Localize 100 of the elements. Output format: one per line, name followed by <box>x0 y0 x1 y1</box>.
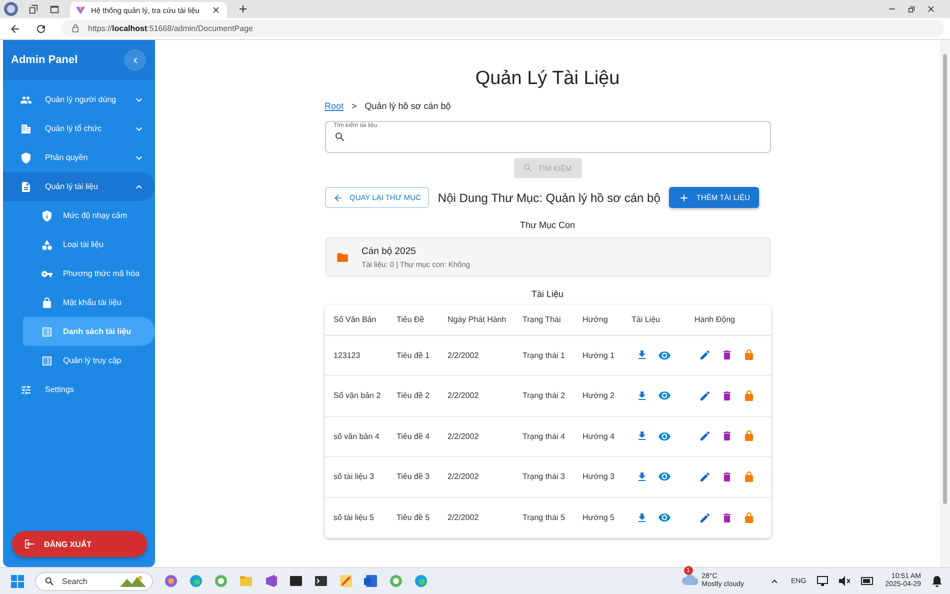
breadcrumb-current: Quản lý hồ sơ cán bộ <box>364 101 451 111</box>
sidebar-subitem[interactable]: Quản lý truy cập <box>23 346 155 375</box>
sidebar-subitem[interactable]: Phương thức mã hóa <box>23 259 155 288</box>
table-cell: số tài liệu 5 <box>324 497 388 538</box>
sidebar-item[interactable]: Settings <box>3 375 155 404</box>
terminal-icon[interactable] <box>314 574 328 588</box>
download-icon[interactable] <box>636 470 648 483</box>
download-icon[interactable] <box>636 430 648 442</box>
pencil-icon[interactable] <box>698 390 710 402</box>
list-icon <box>41 326 53 338</box>
shield-icon <box>41 210 53 222</box>
logout-button[interactable]: ĐĂNG XUẤT <box>12 531 147 557</box>
pencil-icon[interactable] <box>698 430 710 442</box>
plus-icon <box>678 192 690 204</box>
lock-icon[interactable] <box>742 512 754 524</box>
table-cell: 2/2/2002 <box>438 335 514 376</box>
column-header: Hành Động <box>686 305 770 335</box>
taskbar-search[interactable]: Search <box>35 572 153 590</box>
page-title: Quản Lý Tài Liệu <box>474 68 621 91</box>
logout-icon <box>24 538 36 550</box>
shield-icon <box>20 152 32 164</box>
table-cell: Hướng 2 <box>574 376 622 416</box>
trash-icon[interactable] <box>720 390 732 402</box>
sidebar-item[interactable]: Quản lý tổ chức <box>3 114 155 143</box>
bell-icon[interactable] <box>932 576 942 586</box>
document-icon <box>20 180 32 192</box>
scrollbar-thumb[interactable] <box>943 54 947 504</box>
breadcrumb-link[interactable]: Root <box>324 101 344 111</box>
sidebar-item[interactable]: Quản lý người dùng <box>3 85 155 114</box>
column-header: Tiêu Đề <box>388 305 438 335</box>
table-cell: Hướng 3 <box>574 456 622 497</box>
people-icon <box>20 94 32 106</box>
reload-icon[interactable] <box>35 22 47 34</box>
monitor-icon[interactable] <box>817 576 828 586</box>
back-icon[interactable] <box>9 22 21 34</box>
pencil-icon[interactable] <box>698 349 710 362</box>
table-cell: Tiêu đề 4 <box>388 416 438 456</box>
building-icon <box>20 122 32 134</box>
pencil-icon[interactable] <box>698 512 710 524</box>
close-icon[interactable] <box>926 4 936 14</box>
download-icon[interactable] <box>636 349 648 362</box>
workspaces-icon[interactable] <box>28 4 39 14</box>
ring-icon[interactable] <box>389 574 403 588</box>
table-cell: 2/2/2002 <box>438 497 514 538</box>
column-header: Hướng <box>574 305 622 335</box>
lock-icon[interactable] <box>742 349 754 362</box>
lock-icon[interactable] <box>742 470 754 483</box>
sidebar-subitem[interactable]: Danh sách tài liệu <box>23 317 155 346</box>
folder-icon <box>336 250 348 264</box>
download-icon[interactable] <box>636 390 648 402</box>
trash-icon[interactable] <box>720 512 732 524</box>
eye-icon[interactable] <box>658 430 670 443</box>
folder-name: Cán bộ 2025 <box>362 246 417 256</box>
eye-icon[interactable] <box>658 389 670 402</box>
close-icon[interactable] <box>211 5 221 15</box>
windows-icon[interactable] <box>11 574 24 588</box>
table-cell: Hướng 4 <box>574 416 622 456</box>
search-icon <box>44 576 55 586</box>
new-tab-icon[interactable] <box>237 3 249 15</box>
table-cell: Số văn bản 2 <box>324 376 388 416</box>
breadcrumb-separator: > <box>352 101 357 111</box>
sliders-icon <box>20 384 32 396</box>
ring-icon[interactable] <box>214 574 228 588</box>
profile-avatar[interactable] <box>4 2 18 16</box>
eye-icon[interactable] <box>658 511 670 524</box>
column-header: Ngày Phát Hành <box>438 305 514 335</box>
trash-icon[interactable] <box>720 430 732 442</box>
pencil-icon[interactable] <box>698 470 710 483</box>
scrollbar[interactable] <box>940 40 950 567</box>
lock-icon[interactable] <box>742 430 754 442</box>
section-title: Thư Mục Con <box>518 220 576 232</box>
table-cell: Tiêu đề 5 <box>388 497 438 538</box>
speaker-icon[interactable] <box>839 576 850 586</box>
table-cell: Trạng thái 2 <box>514 376 574 416</box>
section-title: Tài Liệu <box>530 289 565 301</box>
address-bar[interactable]: https://localhost:51668/admin/DocumentPage <box>61 20 944 37</box>
terminal-icon[interactable] <box>289 574 303 588</box>
sidebar-subitem[interactable]: Mật khẩu tài liệu <box>23 288 155 317</box>
table-cell: số văn bản 4 <box>324 416 388 456</box>
tab-actions-icon[interactable] <box>49 4 60 14</box>
table-cell: 123123 <box>324 335 388 376</box>
folder-heading: Nội Dung Thư Mục: Quản lý hồ sơ cán bộ <box>438 190 660 204</box>
landscape-icon <box>120 575 146 587</box>
column-header: Trạng Thái <box>514 305 574 335</box>
sidebar-item[interactable]: Quản lý tài liệu <box>3 172 155 201</box>
lock-icon[interactable] <box>742 390 754 402</box>
sidebar-subitem[interactable]: Loại tài liệu <box>23 230 155 259</box>
trash-icon[interactable] <box>720 349 732 362</box>
trash-icon[interactable] <box>720 470 732 483</box>
table-cell: Trạng thái 3 <box>514 456 574 497</box>
eye-icon[interactable] <box>658 470 670 484</box>
download-icon[interactable] <box>636 512 648 524</box>
table-cell: Tiêu đề 3 <box>388 456 438 497</box>
table-cell: Hướng 5 <box>574 497 622 538</box>
battery-icon[interactable] <box>861 577 874 585</box>
eye-icon[interactable] <box>658 348 670 362</box>
sidebar-subitem[interactable]: Mức độ nhạy cảm <box>23 201 155 230</box>
restore-icon[interactable] <box>907 4 916 14</box>
table-cell: 2/2/2002 <box>438 376 514 416</box>
sidebar-item[interactable]: Phân quyền <box>3 143 155 172</box>
